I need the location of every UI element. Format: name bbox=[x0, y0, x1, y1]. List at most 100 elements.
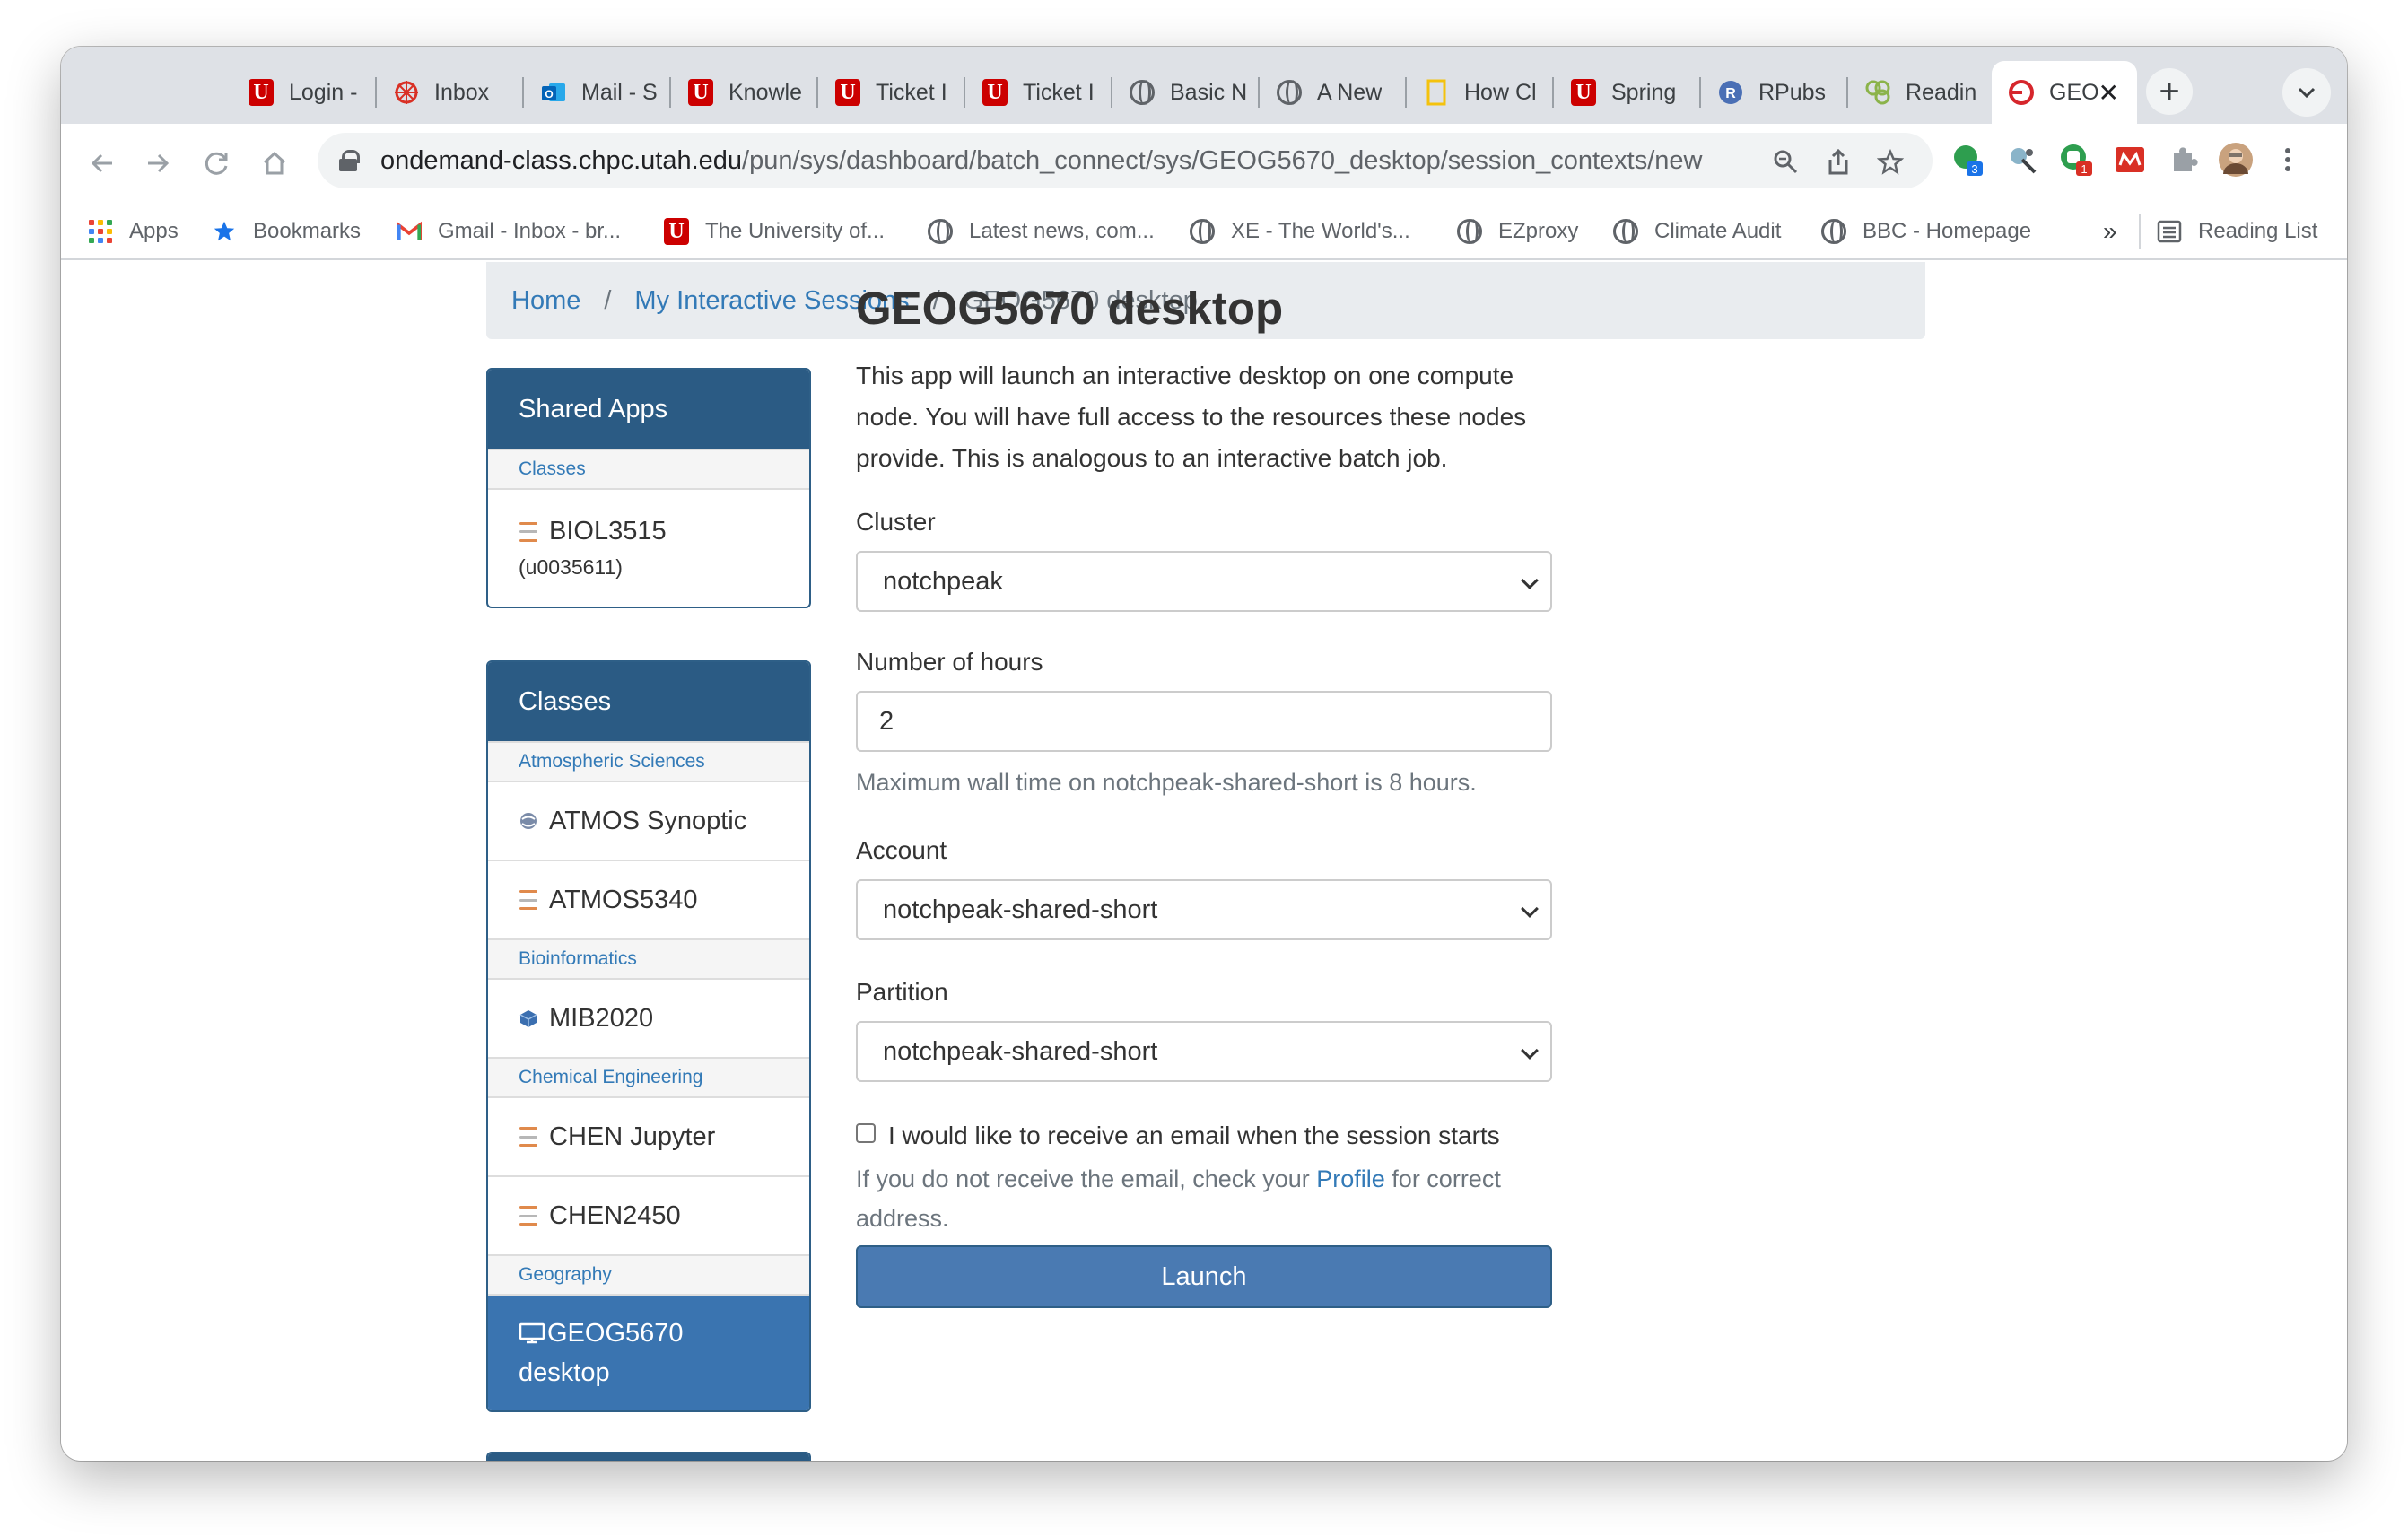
reading-icon bbox=[1864, 79, 1891, 106]
hours-label: Number of hours bbox=[856, 648, 1043, 676]
u-logo-icon: U bbox=[1570, 79, 1597, 106]
u-logo-icon: U bbox=[982, 79, 1008, 106]
tab-reading[interactable]: Readin bbox=[1848, 61, 1992, 124]
u-logo-icon: U bbox=[248, 79, 275, 106]
jupyter-icon bbox=[519, 1206, 538, 1226]
sidebar-item-geog5670-desktop[interactable]: GEOG5670 desktop bbox=[488, 1294, 809, 1410]
cluster-label: Cluster bbox=[856, 508, 936, 536]
natgeo-icon bbox=[1423, 79, 1450, 106]
tab-how[interactable]: How Cl bbox=[1407, 61, 1554, 124]
globe-icon bbox=[519, 811, 538, 831]
partition-label: Partition bbox=[856, 978, 948, 1006]
tab-geog-active[interactable]: GEO ✕ bbox=[1992, 61, 2137, 124]
outlook-icon: O bbox=[540, 79, 567, 106]
globe-icon bbox=[1276, 79, 1303, 106]
u-logo-icon: U bbox=[834, 79, 861, 106]
bookmark-latest-news[interactable]: Latest news, com... bbox=[928, 215, 1155, 248]
page-content: Home / My Interactive Sessions / GEOG567… bbox=[61, 262, 2347, 1461]
sidebar-item-mib2020[interactable]: MIB2020 bbox=[488, 978, 809, 1057]
jupyter-icon bbox=[519, 521, 538, 542]
globe-icon bbox=[1613, 219, 1638, 244]
globe-icon bbox=[1190, 219, 1215, 244]
tab-knowledge[interactable]: U Knowle bbox=[671, 61, 818, 124]
ondemand-icon bbox=[2008, 79, 2035, 106]
hours-help: Maximum wall time on notchpeak-shared-sh… bbox=[856, 769, 1477, 796]
bookmark-bookmarks[interactable]: Bookmarks bbox=[212, 215, 361, 248]
arrow-right-icon bbox=[148, 153, 170, 173]
bookmark-bbc[interactable]: BBC - Homepage bbox=[1821, 215, 2031, 248]
star-icon bbox=[212, 219, 237, 244]
category-atmospheric-sciences: Atmospheric Sciences bbox=[488, 741, 809, 781]
globe-icon bbox=[1457, 219, 1482, 244]
reload-button[interactable] bbox=[197, 144, 237, 183]
tab-a-new[interactable]: A New bbox=[1260, 61, 1407, 124]
bookmark-ezproxy[interactable]: EZproxy bbox=[1457, 215, 1578, 248]
apps-grid-icon bbox=[88, 219, 113, 244]
sidebar-item-chen-jupyter[interactable]: CHEN Jupyter bbox=[488, 1096, 809, 1175]
tab-inbox[interactable]: Inbox bbox=[377, 61, 524, 124]
email-help: If you do not receive the email, check y… bbox=[856, 1165, 1501, 1232]
extension-green-icon[interactable]: 3 bbox=[1950, 142, 1986, 178]
breadcrumb-home-link[interactable]: Home bbox=[511, 286, 580, 316]
bookmarks-overflow-button[interactable]: » bbox=[2103, 215, 2117, 248]
launch-button[interactable]: Launch bbox=[856, 1245, 1552, 1308]
extension-evernote-icon[interactable]: 1 bbox=[2058, 142, 2094, 178]
account-select[interactable]: notchpeak-shared-short bbox=[856, 879, 1552, 940]
reload-icon bbox=[205, 152, 228, 175]
app-description: This app will launch an interactive desk… bbox=[856, 362, 1527, 472]
extensions-puzzle-icon[interactable] bbox=[2166, 142, 2202, 178]
reading-list-button[interactable]: Reading List bbox=[2157, 215, 2317, 248]
category-geography: Geography bbox=[488, 1254, 809, 1294]
sidebar-item-biol3515[interactable]: BIOL3515 (u0035611) bbox=[488, 488, 809, 607]
sidebar-item-chen2450[interactable]: CHEN2450 bbox=[488, 1175, 809, 1254]
extension-satellite-icon[interactable] bbox=[2004, 142, 2040, 178]
sidebar-item-atmos5340[interactable]: ATMOS5340 bbox=[488, 860, 809, 938]
zoom-icon[interactable] bbox=[1773, 149, 1798, 181]
email-checkbox-label[interactable]: I would like to receive an email when th… bbox=[888, 1121, 1500, 1150]
profile-link[interactable]: Profile bbox=[1316, 1165, 1385, 1192]
browser-toolbar: ondemand-class.chpc.utah.edu/pun/sys/das… bbox=[61, 124, 2347, 203]
cluster-select[interactable]: notchpeak bbox=[856, 551, 1552, 612]
svg-text:3: 3 bbox=[1971, 162, 1977, 176]
shared-apps-header: Shared Apps bbox=[488, 370, 809, 449]
category-bioinformatics: Bioinformatics bbox=[488, 938, 809, 978]
chrome-menu-icon[interactable] bbox=[2270, 142, 2306, 178]
address-bar[interactable]: ondemand-class.chpc.utah.edu/pun/sys/das… bbox=[318, 133, 1933, 188]
svg-text:O: O bbox=[545, 88, 553, 100]
bookmark-star-icon[interactable] bbox=[1876, 148, 1905, 183]
email-checkbox[interactable] bbox=[856, 1123, 876, 1143]
tab-mail[interactable]: O Mail - S bbox=[524, 61, 671, 124]
bookmark-gmail[interactable]: Gmail - Inbox - br... bbox=[397, 215, 621, 248]
bookmark-university[interactable]: U The University of... bbox=[664, 215, 885, 248]
bookmark-xe[interactable]: XE - The World's... bbox=[1190, 215, 1410, 248]
next-panel bbox=[486, 1452, 811, 1461]
extension-mendeley-icon[interactable] bbox=[2112, 142, 2148, 178]
back-button[interactable] bbox=[83, 144, 122, 183]
home-button[interactable] bbox=[255, 144, 294, 183]
bookmark-apps[interactable]: Apps bbox=[88, 215, 179, 248]
profile-avatar[interactable] bbox=[2218, 142, 2254, 178]
hours-input[interactable]: 2 bbox=[856, 691, 1552, 752]
tab-basic[interactable]: Basic N bbox=[1112, 61, 1260, 124]
tab-search-button[interactable] bbox=[2282, 68, 2331, 117]
tab-rpubs[interactable]: R RPubs bbox=[1701, 61, 1848, 124]
sidebar-item-atmos-synoptic[interactable]: ATMOS Synoptic bbox=[488, 781, 809, 860]
bookmarks-bar: Apps Bookmarks Gmail - Inbox - br... U T… bbox=[61, 203, 2347, 260]
tab-spring[interactable]: U Spring bbox=[1554, 61, 1701, 124]
forward-button[interactable] bbox=[138, 144, 178, 183]
new-tab-button[interactable]: + bbox=[2146, 68, 2193, 115]
breadcrumb-separator: / bbox=[604, 285, 612, 315]
close-tab-icon[interactable]: ✕ bbox=[2098, 78, 2119, 108]
bookmark-climate-audit[interactable]: Climate Audit bbox=[1613, 215, 1781, 248]
home-icon bbox=[263, 151, 286, 175]
svg-text:1: 1 bbox=[2081, 162, 2087, 176]
tab-ticket-1[interactable]: U Ticket I bbox=[818, 61, 965, 124]
globe-icon bbox=[1821, 219, 1846, 244]
partition-select[interactable]: notchpeak-shared-short bbox=[856, 1021, 1552, 1082]
tab-login[interactable]: U Login - bbox=[231, 61, 377, 124]
tab-strip: U Login - Inbox O Mail - S U Knowle U Ti… bbox=[61, 47, 2347, 124]
share-icon[interactable] bbox=[1827, 148, 1850, 183]
browser-window: U Login - Inbox O Mail - S U Knowle U Ti… bbox=[61, 47, 2347, 1461]
tab-ticket-2[interactable]: U Ticket I bbox=[965, 61, 1112, 124]
shared-apps-panel: Shared Apps Classes BIOL3515 (u0035611) bbox=[486, 368, 811, 608]
